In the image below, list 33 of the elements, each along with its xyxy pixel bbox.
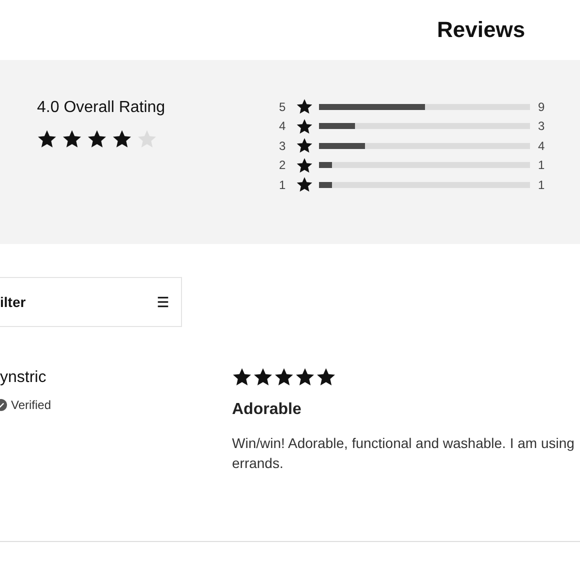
verified-label: Verified	[11, 398, 52, 412]
page-title: Reviews	[437, 17, 526, 43]
star-level: 2	[279, 158, 287, 172]
review-text: Win/win! Adorable, functional and washable. I am using	[232, 434, 574, 453]
star-icon	[296, 156, 313, 174]
review-count: 3	[538, 119, 545, 134]
star-icon	[253, 367, 273, 387]
star-icon	[296, 118, 313, 135]
filter-button[interactable]: ilter	[0, 277, 182, 327]
star-icon	[296, 137, 313, 154]
star-icon	[296, 176, 313, 194]
star-icon	[232, 367, 252, 387]
star-icon	[62, 129, 82, 149]
star-icon	[274, 367, 294, 387]
star-icon	[87, 129, 107, 149]
review-count: 1	[538, 178, 545, 192]
star-icon	[295, 367, 315, 387]
menu-icon	[157, 296, 169, 308]
star-icon	[37, 129, 57, 149]
star-level: 3	[279, 138, 287, 153]
overall-rating: 4.0 Overall Rating	[37, 99, 166, 117]
review-title: Adorable	[232, 401, 302, 419]
review-count: 9	[538, 100, 545, 114]
reviewer-name: ynstric	[0, 369, 48, 387]
review-count: 1	[538, 158, 545, 172]
review-count: 4	[538, 138, 545, 153]
star-icon	[316, 367, 336, 387]
star-icon	[112, 129, 132, 149]
review-text: errands.	[232, 454, 284, 473]
star-level: 5	[279, 100, 287, 114]
star-level: 1	[279, 178, 287, 192]
star-level: 4	[279, 119, 287, 134]
star-icon	[296, 98, 313, 116]
